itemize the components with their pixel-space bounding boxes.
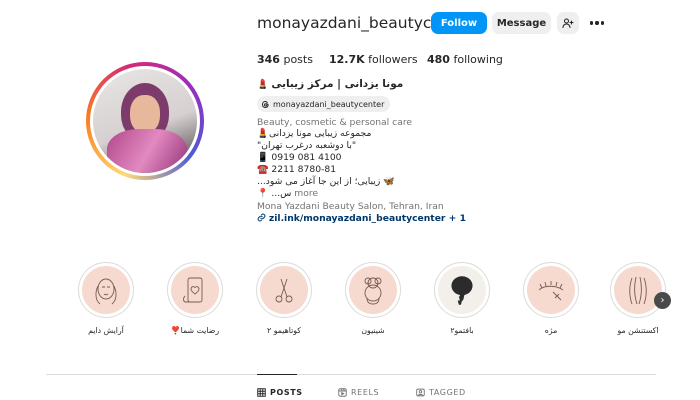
tab-tagged-label: TAGGED (429, 388, 466, 397)
highlight-item[interactable]: شینیون (343, 262, 403, 335)
followers-count: 12.7K (329, 53, 365, 66)
pin-icon: 📍 (257, 188, 269, 199)
bio-line-6-row: 📍 س... more (257, 188, 318, 199)
bio-phone-2: 2211 8780-81 (271, 164, 337, 175)
butterfly-icon: 🦋 (383, 176, 395, 187)
highlight-cover (523, 262, 579, 318)
highlights-next-button[interactable]: › (654, 292, 671, 309)
bio-line-5: زیبایی؛ از این جا آغاز می شود... (257, 176, 381, 187)
bio-location[interactable]: Mona Yazdani Beauty Salon, Tehran, Iran (257, 201, 444, 212)
highlight-label: مژه (544, 326, 558, 335)
phone-heart-icon (171, 266, 219, 314)
threads-badge[interactable]: monayazdani_beautycenter (257, 96, 391, 112)
highlight-item[interactable]: مژه (521, 262, 581, 335)
bio-phone-2-row: ☎️ 2211 8780-81 (257, 164, 336, 175)
highlight-label: آرایش دایم (88, 326, 124, 335)
tagged-icon (416, 388, 425, 397)
highlight-cover (610, 262, 666, 318)
bio-link-row[interactable]: zil.ink/monayazdani_beautycenter + 1 (257, 213, 466, 224)
followers-stat[interactable]: 12.7K followers (329, 53, 418, 66)
telephone-icon: ☎️ (257, 164, 269, 175)
braid-hair-icon (438, 266, 486, 314)
active-tab-indicator (257, 374, 297, 375)
highlight-item[interactable]: آرایش دایم (76, 262, 136, 335)
tab-posts-label: POSTS (270, 388, 303, 397)
tab-tagged[interactable]: TAGGED (416, 388, 466, 397)
posts-stat: 346 posts (257, 53, 313, 66)
following-stat[interactable]: 480 following (427, 53, 503, 66)
bio-more-link[interactable]: more (294, 188, 318, 199)
highlight-item[interactable]: رضایت شما❣️ (165, 262, 225, 335)
bio-link-extra[interactable]: + 1 (445, 213, 466, 224)
bio-phone-1: 0919 081 4100 (271, 152, 342, 163)
bio-line-5-row: زیبایی؛ از این جا آغاز می شود... 🦋 (257, 176, 395, 187)
posts-label: posts (279, 53, 313, 66)
avatar-inner (90, 66, 200, 176)
chevron-right-icon: › (660, 295, 665, 306)
updo-hair-icon (349, 266, 397, 314)
reels-icon (338, 388, 347, 397)
highlight-item[interactable]: بافتمو۲ (432, 262, 492, 335)
profile-avatar[interactable] (86, 62, 204, 180)
highlight-label: بافتمو۲ (450, 326, 474, 335)
highlight-cover (345, 262, 401, 318)
hair-extension-icon (614, 266, 662, 314)
mobile-phone-icon: 📱 (257, 152, 269, 163)
bio-link[interactable]: zil.ink/monayazdani_beautycenter (269, 213, 446, 224)
followers-label: followers (364, 53, 418, 66)
lipstick-icon: 💄 (257, 128, 269, 139)
bio-line-6: س... (271, 188, 292, 199)
following-count: 480 (427, 53, 450, 66)
tabs-divider (46, 374, 656, 375)
bio-display-name: مونا یزدانی | مرکز زیبایی (271, 78, 404, 90)
bio-category: Beauty, cosmetic & personal care (257, 117, 413, 128)
message-button[interactable]: Message (492, 12, 551, 34)
face-sketch-icon (82, 266, 130, 314)
highlight-item[interactable]: کوتاهیمو ۲ (254, 262, 314, 335)
grid-icon (257, 388, 266, 397)
suggest-user-button[interactable] (557, 12, 579, 34)
highlight-cover (434, 262, 490, 318)
highlight-label: کوتاهیمو ۲ (267, 326, 301, 335)
highlight-label: شینیون (361, 326, 385, 335)
more-options-icon[interactable] (588, 12, 606, 34)
photo-face (130, 95, 160, 133)
bio-line-1-text: مجموعه زیبایی مونا یزدانی (269, 128, 372, 139)
bio-line-2: "با دوشعبه درغرب تهران" (257, 140, 357, 151)
scissors-icon (260, 266, 308, 314)
tab-posts[interactable]: POSTS (257, 388, 303, 397)
highlight-label: رضایت شما❣️ (170, 326, 220, 335)
link-icon (257, 213, 266, 222)
highlight-label: اکستنشن مو (617, 326, 659, 335)
photo-scarf (107, 129, 187, 173)
profile-photo (93, 69, 197, 173)
bio-line-1: 💄 (257, 128, 268, 139)
posts-count: 346 (257, 53, 280, 66)
threads-handle: monayazdani_beautycenter (273, 99, 385, 109)
suggest-user-icon (562, 18, 574, 29)
threads-icon (262, 100, 269, 108)
highlight-cover (78, 262, 134, 318)
highlight-cover (256, 262, 312, 318)
following-label: following (449, 53, 503, 66)
eyelash-icon (527, 266, 575, 314)
lipstick-icon: 💄 (257, 79, 269, 90)
follow-button[interactable]: Follow (431, 12, 487, 34)
tab-reels[interactable]: REELS (338, 388, 379, 397)
tab-reels-label: REELS (351, 388, 380, 397)
bio-phone-1-row: 📱 0919 081 4100 (257, 152, 342, 163)
highlight-cover (167, 262, 223, 318)
bio-name-row: 💄 مونا یزدانی | مرکز زیبایی (257, 78, 404, 91)
